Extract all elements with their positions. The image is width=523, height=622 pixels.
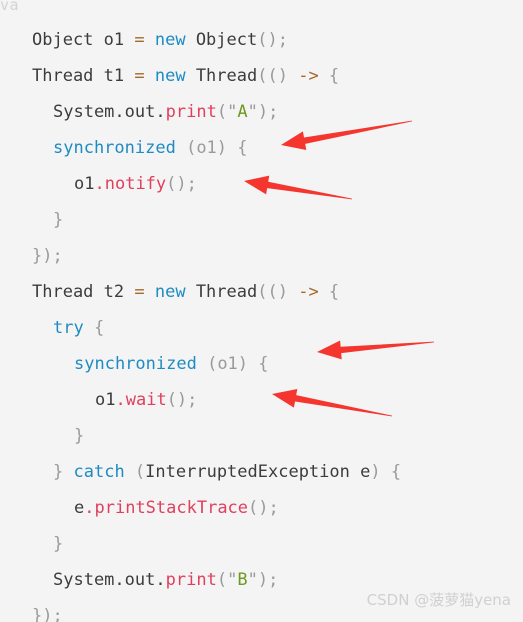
code-token-id: o1 xyxy=(95,390,116,410)
code-line: } xyxy=(0,418,523,454)
code-token-punc: ) { xyxy=(237,354,269,374)
code-token-punc: ); xyxy=(257,570,279,590)
code-screenshot: va Object o1 = new Object(); Thread t1 = … xyxy=(0,0,523,622)
code-token-punc: }); xyxy=(32,606,63,622)
code-token-id: Thread t2 xyxy=(32,282,135,302)
code-token-op: = xyxy=(134,30,145,50)
code-token-strq: " xyxy=(227,570,238,590)
code-token-id: out xyxy=(124,102,156,122)
code-token-id xyxy=(288,66,298,86)
language-label: va xyxy=(0,0,20,14)
code-token-fn: wait xyxy=(125,390,167,410)
code-token-id: . xyxy=(114,102,125,122)
code-line: o1.notify(); xyxy=(0,166,523,202)
code-token-strq: " xyxy=(247,570,258,590)
code-token-strq: " xyxy=(227,102,238,122)
code-token-punc: ); xyxy=(257,102,279,122)
code-line: } catch (InterruptedException e) { xyxy=(0,454,523,490)
code-token-fn: . xyxy=(115,390,126,410)
code-token-id: InterruptedException e xyxy=(145,462,371,482)
code-token-punc: { xyxy=(318,282,340,302)
code-line: System.out.print("A"); xyxy=(0,94,523,130)
code-line: } xyxy=(0,202,523,238)
code-token-id: Object xyxy=(185,30,258,50)
code-line: o1.wait(); xyxy=(0,382,523,418)
code-token-punc: (); xyxy=(166,390,198,410)
code-token-id xyxy=(288,282,298,302)
code-token-punc: } xyxy=(53,534,64,554)
code-token-kw: new xyxy=(154,282,186,302)
code-line: synchronized (o1) { xyxy=(0,346,523,382)
code-token-id: . xyxy=(155,570,166,590)
code-line: } xyxy=(0,526,523,562)
code-token-kw: catch xyxy=(73,462,125,482)
code-token-id: System xyxy=(53,102,115,122)
code-token-fn: . xyxy=(84,498,95,518)
code-token-id xyxy=(63,462,73,482)
code-token-id: Thread t1 xyxy=(32,66,135,86)
code-token-kw: synchronized xyxy=(53,138,176,158)
code-line: }); xyxy=(0,238,523,274)
code-token-id: System xyxy=(53,570,115,590)
code-token-kw: try xyxy=(53,318,84,338)
code-token-id: o1 xyxy=(74,174,95,194)
code-token-id xyxy=(145,30,155,50)
code-token-id xyxy=(145,282,155,302)
code-block: Object o1 = new Object(); Thread t1 = new… xyxy=(0,22,523,622)
code-line: Thread t2 = new Thread(() -> { xyxy=(0,274,523,310)
code-token-id: Thread xyxy=(185,66,258,86)
code-token-punc: (() xyxy=(257,66,288,86)
code-line: e.printStackTrace(); xyxy=(0,490,523,526)
code-token-punc: { xyxy=(318,66,340,86)
code-token-punc: ( xyxy=(196,354,218,374)
code-token-punc: ( xyxy=(216,102,228,122)
code-token-id xyxy=(145,66,155,86)
code-token-punc: ) { xyxy=(370,462,402,482)
code-token-op: = xyxy=(134,66,145,86)
code-token-punc: o1 xyxy=(196,138,217,158)
code-token-id: Thread xyxy=(185,282,258,302)
code-token-strq: " xyxy=(247,102,258,122)
code-token-id: e xyxy=(74,498,85,518)
code-token-punc: (); xyxy=(257,30,288,50)
code-line: Object o1 = new Object(); xyxy=(0,22,523,58)
code-token-punc: } xyxy=(53,210,64,230)
code-token-punc: ) { xyxy=(216,138,248,158)
code-token-kw: new xyxy=(154,66,186,86)
code-token-str: B xyxy=(237,570,248,590)
code-token-fn: print xyxy=(165,102,217,122)
code-token-op: = xyxy=(134,282,145,302)
code-line: Thread t1 = new Thread(() -> { xyxy=(0,58,523,94)
code-token-punc: (); xyxy=(248,498,279,518)
code-token-punc: } xyxy=(74,426,85,446)
code-token-punc: (() xyxy=(257,282,288,302)
code-token-str: A xyxy=(237,102,248,122)
code-token-op: -> xyxy=(298,282,319,302)
code-token-kw: synchronized xyxy=(74,354,197,374)
code-token-fn: . xyxy=(94,174,105,194)
code-token-op: -> xyxy=(298,66,319,86)
code-token-punc: ( xyxy=(175,138,197,158)
code-token-kw: new xyxy=(154,30,186,50)
code-token-id: . xyxy=(155,102,166,122)
code-token-punc: ( xyxy=(216,570,228,590)
code-token-id: Object o1 xyxy=(32,30,135,50)
code-token-id: out xyxy=(124,570,156,590)
code-token-punc: }); xyxy=(32,246,63,266)
code-token-punc: (); xyxy=(166,174,197,194)
code-token-punc: } xyxy=(53,462,64,482)
code-token-punc: o1 xyxy=(217,354,238,374)
code-token-punc: { xyxy=(83,318,105,338)
code-token-fn: notify xyxy=(104,174,167,194)
code-token-id: . xyxy=(114,570,125,590)
code-line: try { xyxy=(0,310,523,346)
code-token-fn: printStackTrace xyxy=(94,498,249,518)
watermark: CSDN @菠萝猫yena xyxy=(366,591,511,609)
code-token-punc: ( xyxy=(124,462,146,482)
code-line: synchronized (o1) { xyxy=(0,130,523,166)
code-token-fn: print xyxy=(165,570,217,590)
